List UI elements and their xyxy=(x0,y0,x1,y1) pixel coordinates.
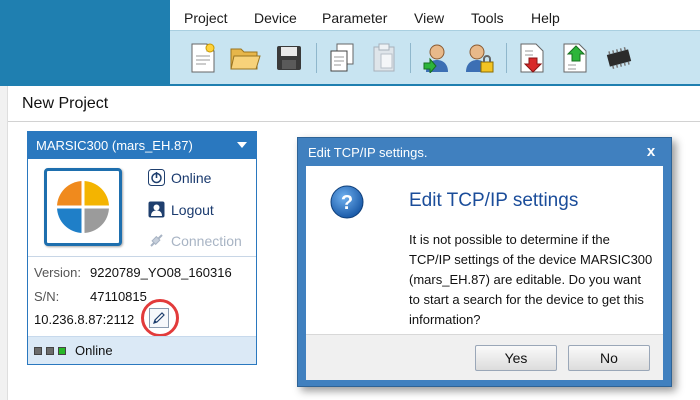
serial-label: S/N: xyxy=(34,289,60,304)
device-logo xyxy=(44,168,122,246)
connection-action[interactable]: Connection xyxy=(148,232,242,249)
toolbar xyxy=(170,30,700,84)
device-status-bar: Online xyxy=(28,336,256,364)
toolbar-separator xyxy=(316,43,317,73)
dialog-message: It is not possible to determine if the T… xyxy=(409,232,653,327)
dialog-titlebar[interactable]: Edit TCP/IP settings. x xyxy=(298,138,671,166)
no-button[interactable]: No xyxy=(568,345,650,371)
user-login-icon[interactable] xyxy=(420,41,454,75)
dialog-footer: Yes No xyxy=(306,334,663,380)
serial-value: 47110815 xyxy=(90,289,147,304)
open-folder-icon[interactable] xyxy=(228,41,262,75)
user-lock-icon[interactable] xyxy=(462,41,496,75)
user-icon xyxy=(148,201,165,218)
sick-logo-icon xyxy=(55,179,111,235)
left-panel-edge xyxy=(0,86,8,400)
download-icon[interactable] xyxy=(515,41,549,75)
version-value: 9220789_YO08_160316 xyxy=(90,265,232,280)
page-title: New Project xyxy=(22,95,109,112)
highlight-circle xyxy=(141,299,179,337)
yes-button[interactable]: Yes xyxy=(475,345,557,371)
version-label: Version: xyxy=(34,265,81,280)
header-divider xyxy=(8,121,700,122)
status-led xyxy=(46,347,54,355)
question-icon: ? xyxy=(330,185,364,219)
card-divider xyxy=(28,256,256,257)
status-led xyxy=(34,347,42,355)
power-icon xyxy=(148,169,165,186)
paste-icon[interactable] xyxy=(367,41,401,75)
upload-icon[interactable] xyxy=(558,41,592,75)
new-document-icon[interactable] xyxy=(186,41,220,75)
connection-label: Connection xyxy=(171,232,242,249)
online-action[interactable]: Online xyxy=(148,169,211,186)
logout-action[interactable]: Logout xyxy=(148,201,214,218)
dialog-title: Edit TCP/IP settings. xyxy=(308,145,428,160)
device-card: MARSIC300 (mars_EH.87) Online Logout Con… xyxy=(27,131,257,365)
dialog-body: ? Edit TCP/IP settings It is not possibl… xyxy=(306,166,663,334)
dialog-heading: Edit TCP/IP settings xyxy=(409,190,579,211)
online-label: Online xyxy=(171,169,212,186)
menu-parameter[interactable]: Parameter xyxy=(322,10,387,26)
device-title: MARSIC300 (mars_EH.87) xyxy=(36,138,193,153)
chrome-divider xyxy=(0,84,700,86)
svg-text:?: ? xyxy=(341,192,353,214)
device-card-header[interactable]: MARSIC300 (mars_EH.87) xyxy=(28,132,256,159)
copy-icon[interactable] xyxy=(325,41,359,75)
chevron-down-icon[interactable] xyxy=(237,142,247,148)
save-icon[interactable] xyxy=(272,41,306,75)
menu-bar: Project Device Parameter View Tools Help xyxy=(170,6,700,30)
chip-icon[interactable] xyxy=(602,41,636,75)
close-icon[interactable]: x xyxy=(642,143,660,161)
plug-icon xyxy=(148,232,165,249)
status-led xyxy=(58,347,66,355)
menu-help[interactable]: Help xyxy=(531,10,560,26)
menu-project[interactable]: Project xyxy=(184,10,228,26)
logout-label: Logout xyxy=(171,201,214,218)
toolbar-separator xyxy=(410,43,411,73)
status-text: Online xyxy=(75,343,113,358)
tcpip-dialog: Edit TCP/IP settings. x ? Edit TCP/IP se… xyxy=(297,137,672,387)
toolbar-separator xyxy=(506,43,507,73)
title-strip xyxy=(0,0,170,84)
ip-address: 10.236.8.87:2112 xyxy=(34,312,135,327)
menu-device[interactable]: Device xyxy=(254,10,297,26)
menu-view[interactable]: View xyxy=(414,10,444,26)
menu-tools[interactable]: Tools xyxy=(471,10,504,26)
